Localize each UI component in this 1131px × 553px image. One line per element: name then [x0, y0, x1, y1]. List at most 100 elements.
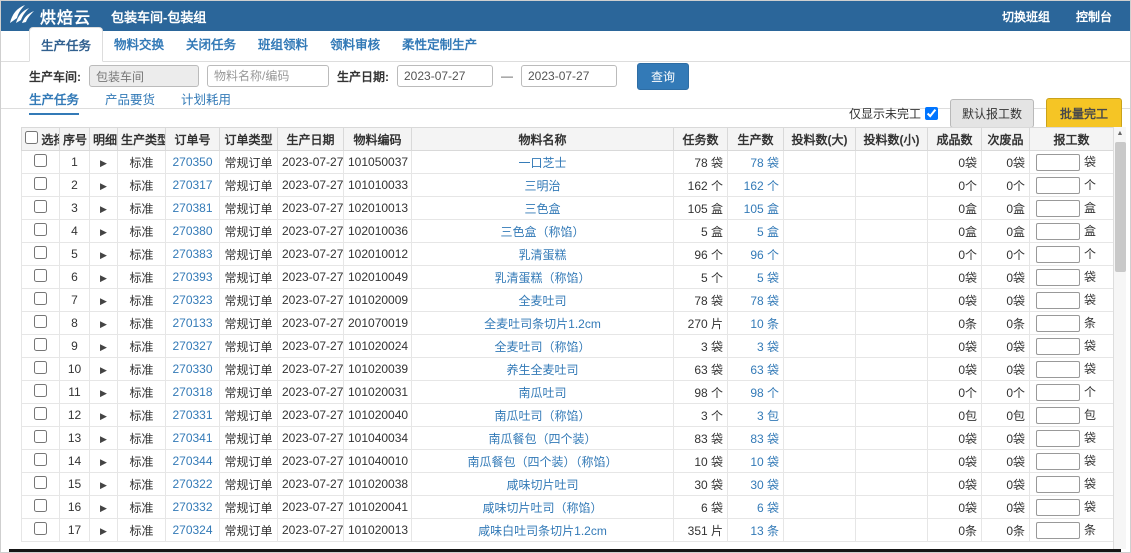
material-name-link[interactable]: 咸味白吐司条切片1.2cm — [478, 524, 607, 538]
order-number-link[interactable]: 270344 — [172, 454, 212, 468]
expand-arrow-icon[interactable]: ▶ — [100, 411, 107, 421]
order-number-link[interactable]: 270350 — [172, 155, 212, 169]
report-qty-input[interactable] — [1036, 499, 1080, 516]
row-checkbox[interactable] — [34, 269, 47, 282]
expand-arrow-icon[interactable]: ▶ — [100, 480, 107, 490]
report-qty-input[interactable] — [1036, 315, 1080, 332]
report-qty-input[interactable] — [1036, 246, 1080, 263]
select-all-checkbox[interactable] — [25, 131, 38, 144]
production-qty-link[interactable]: 78 袋 — [750, 156, 779, 170]
material-name-link[interactable]: 南瓜吐司 — [518, 386, 566, 400]
vertical-scrollbar[interactable]: ▲ — [1113, 127, 1126, 549]
expand-arrow-icon[interactable]: ▶ — [100, 388, 107, 398]
expand-arrow-icon[interactable]: ▶ — [100, 342, 107, 352]
order-number-link[interactable]: 270318 — [172, 385, 212, 399]
material-name-link[interactable]: 南瓜餐包（四个装） — [488, 432, 596, 446]
expand-arrow-icon[interactable]: ▶ — [100, 503, 107, 513]
scrollbar-thumb[interactable] — [1115, 142, 1126, 272]
material-name-link[interactable]: 乳清蛋糕（称馅） — [494, 271, 590, 285]
row-checkbox[interactable] — [34, 361, 47, 374]
sub-tab-1[interactable]: 生产任务 — [29, 89, 79, 115]
row-checkbox[interactable] — [34, 246, 47, 259]
expand-arrow-icon[interactable]: ▶ — [100, 457, 107, 467]
order-number-link[interactable]: 270331 — [172, 408, 212, 422]
only-unfinished-toggle[interactable]: 仅显示未完工 — [849, 105, 938, 122]
expand-arrow-icon[interactable]: ▶ — [100, 526, 107, 536]
production-qty-link[interactable]: 10 条 — [750, 317, 779, 331]
report-qty-input[interactable] — [1036, 269, 1080, 286]
default-report-qty-button[interactable]: 默认报工数 — [950, 99, 1034, 128]
row-checkbox[interactable] — [34, 154, 47, 167]
report-qty-input[interactable] — [1036, 223, 1080, 240]
production-qty-link[interactable]: 162 个 — [744, 179, 779, 193]
production-qty-link[interactable]: 10 袋 — [750, 455, 779, 469]
material-name-link[interactable]: 全麦吐司 — [518, 294, 566, 308]
row-checkbox[interactable] — [34, 522, 47, 535]
row-checkbox[interactable] — [34, 200, 47, 213]
production-qty-link[interactable]: 30 袋 — [750, 478, 779, 492]
order-number-link[interactable]: 270133 — [172, 316, 212, 330]
sub-tab-3[interactable]: 计划耗用 — [181, 89, 231, 115]
switch-team-link[interactable]: 切换班组 — [1002, 8, 1050, 25]
production-qty-link[interactable]: 13 条 — [750, 524, 779, 538]
material-name-link[interactable]: 全麦吐司条切片1.2cm — [484, 317, 601, 331]
row-checkbox[interactable] — [34, 177, 47, 190]
row-checkbox[interactable] — [34, 315, 47, 328]
row-checkbox[interactable] — [34, 499, 47, 512]
date-to-input[interactable] — [521, 65, 617, 87]
row-checkbox[interactable] — [34, 384, 47, 397]
main-tab-6[interactable]: 柔性定制生产 — [391, 27, 488, 60]
date-from-input[interactable] — [397, 65, 493, 87]
report-qty-input[interactable] — [1036, 453, 1080, 470]
main-tab-2[interactable]: 物料交换 — [103, 27, 175, 60]
row-checkbox[interactable] — [34, 338, 47, 351]
expand-arrow-icon[interactable]: ▶ — [100, 296, 107, 306]
expand-arrow-icon[interactable]: ▶ — [100, 250, 107, 260]
order-number-link[interactable]: 270332 — [172, 500, 212, 514]
report-qty-input[interactable] — [1036, 476, 1080, 493]
order-number-link[interactable]: 270322 — [172, 477, 212, 491]
material-search-input[interactable] — [207, 65, 329, 87]
expand-arrow-icon[interactable]: ▶ — [100, 227, 107, 237]
main-tab-5[interactable]: 领料审核 — [319, 27, 391, 60]
main-tab-1[interactable]: 生产任务 — [29, 27, 103, 62]
material-name-link[interactable]: 养生全麦吐司 — [506, 363, 578, 377]
material-name-link[interactable]: 南瓜餐包（四个装）（称馅） — [467, 455, 617, 469]
order-number-link[interactable]: 270317 — [172, 178, 212, 192]
production-qty-link[interactable]: 63 袋 — [750, 363, 779, 377]
order-number-link[interactable]: 270341 — [172, 431, 212, 445]
report-qty-input[interactable] — [1036, 430, 1080, 447]
main-tab-4[interactable]: 班组领料 — [247, 27, 319, 60]
order-number-link[interactable]: 270324 — [172, 523, 212, 537]
expand-arrow-icon[interactable]: ▶ — [100, 434, 107, 444]
order-number-link[interactable]: 270383 — [172, 247, 212, 261]
expand-arrow-icon[interactable]: ▶ — [100, 319, 107, 329]
expand-arrow-icon[interactable]: ▶ — [100, 273, 107, 283]
row-checkbox[interactable] — [34, 223, 47, 236]
material-name-link[interactable]: 三色盒 — [524, 202, 560, 216]
production-qty-link[interactable]: 83 袋 — [750, 432, 779, 446]
report-qty-input[interactable] — [1036, 384, 1080, 401]
report-qty-input[interactable] — [1036, 338, 1080, 355]
order-number-link[interactable]: 270327 — [172, 339, 212, 353]
report-qty-input[interactable] — [1036, 200, 1080, 217]
material-name-link[interactable]: 南瓜吐司（称馅） — [494, 409, 590, 423]
production-qty-link[interactable]: 3 袋 — [757, 340, 779, 354]
material-name-link[interactable]: 乳清蛋糕 — [518, 248, 566, 262]
scroll-up-arrow-icon[interactable]: ▲ — [1114, 127, 1126, 137]
expand-arrow-icon[interactable]: ▶ — [100, 204, 107, 214]
order-number-link[interactable]: 270393 — [172, 270, 212, 284]
material-name-link[interactable]: 咸味切片吐司 — [506, 478, 578, 492]
row-checkbox[interactable] — [34, 292, 47, 305]
material-name-link[interactable]: 全麦吐司（称馅） — [494, 340, 590, 354]
production-qty-link[interactable]: 3 包 — [757, 409, 779, 423]
row-checkbox[interactable] — [34, 407, 47, 420]
order-number-link[interactable]: 270380 — [172, 224, 212, 238]
search-button[interactable]: 查询 — [637, 63, 689, 90]
row-checkbox[interactable] — [34, 476, 47, 489]
order-number-link[interactable]: 270330 — [172, 362, 212, 376]
row-checkbox[interactable] — [34, 453, 47, 466]
production-qty-link[interactable]: 5 盒 — [757, 225, 779, 239]
production-qty-link[interactable]: 98 个 — [750, 386, 779, 400]
expand-arrow-icon[interactable]: ▶ — [100, 181, 107, 191]
